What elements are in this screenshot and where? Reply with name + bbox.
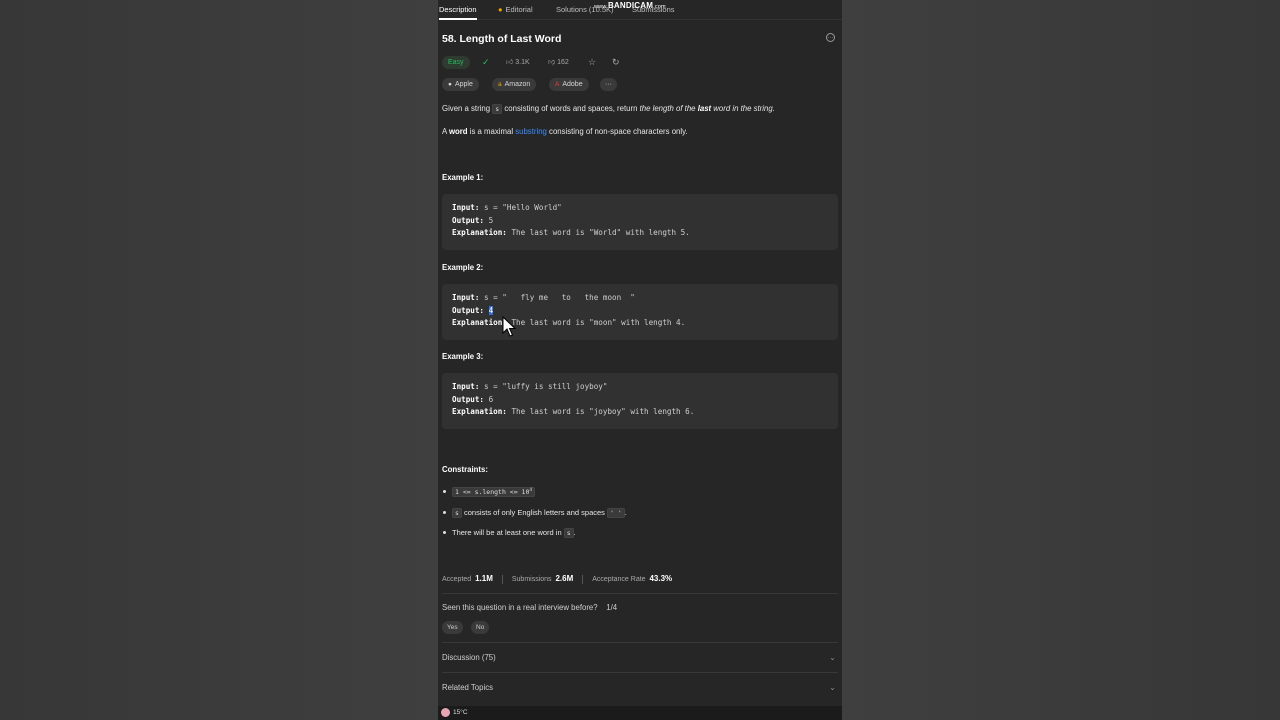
substring-link[interactable]: substring: [515, 127, 547, 136]
submission-stats: Accepted 1.1M Submissions 2.6M Acceptance …: [442, 574, 672, 584]
thumbs-up-icon: 👍︎: [506, 59, 514, 66]
share-icon[interactable]: ↻: [612, 56, 620, 69]
selected-text: 4: [488, 306, 494, 315]
thumbs-down-icon: 👎︎: [548, 59, 556, 66]
tab-bar: Description ● Editorial Solutions (10.5K)…: [438, 0, 842, 20]
example-1-explanation: Explanation: The last word is "World" wi…: [452, 228, 690, 237]
submissions-label: Submissions: [511, 576, 552, 583]
interview-count: 1/4: [606, 603, 618, 612]
discussion-section[interactable]: Discussion (75) ⌄: [442, 653, 836, 662]
divider: [442, 642, 838, 643]
recording-watermark: www.BANDICAM.com: [594, 1, 666, 10]
example-3-explanation: Explanation: The last word is "joyboy" w…: [452, 407, 695, 416]
example-3-input: Input: s = "luffy is still joyboy": [452, 382, 608, 391]
related-topics-section[interactable]: Related Topics ⌄: [442, 683, 836, 692]
example-2-output: Output: 4: [452, 306, 494, 315]
dislike-button[interactable]: 👎︎ 162: [548, 56, 569, 69]
difficulty-badge: Easy: [442, 56, 470, 69]
constraint-characters: s consists of only English letters and s…: [442, 508, 627, 518]
tab-editorial-label: Editorial: [505, 5, 533, 14]
example-1-output: Output: 5: [452, 216, 494, 225]
inline-code: s: [563, 528, 574, 538]
divider: [442, 672, 838, 673]
star-icon[interactable]: ☆: [588, 56, 596, 69]
like-button[interactable]: 👍︎ 3.1K: [506, 56, 530, 69]
tab-description[interactable]: Description: [439, 5, 477, 20]
options-icon[interactable]: …: [826, 33, 835, 42]
inline-code: s: [452, 508, 462, 518]
apple-icon: ●: [448, 81, 452, 88]
mouse-cursor-icon: [502, 316, 516, 337]
tab-editorial[interactable]: ● Editorial: [498, 5, 533, 14]
example-3-output: Output: 6: [452, 395, 494, 404]
example-3-box: Input: s = "luffy is still joyboy" Outpu…: [442, 373, 838, 429]
chevron-down-icon: ⌄: [829, 653, 836, 662]
problem-panel: Description ● Editorial Solutions (10.5K)…: [438, 0, 842, 720]
problem-title: 58. Length of Last Word: [442, 33, 562, 45]
company-tag-adobe[interactable]: A Adobe: [549, 78, 589, 91]
company-tag-apple[interactable]: ● Apple: [442, 78, 479, 91]
company-tag-amazon[interactable]: a Amazon: [492, 78, 537, 91]
temperature: 15°C: [453, 709, 468, 716]
constraints-heading: Constraints:: [442, 465, 488, 474]
like-count: 3.1K: [515, 59, 530, 66]
problem-description: Given a string s consisting of words and…: [442, 104, 775, 114]
accepted-value: 1.1M: [475, 574, 493, 583]
weather-icon: [441, 708, 450, 717]
solved-check-icon: ✓: [482, 57, 490, 67]
example-2-input: Input: s = " fly me to the moon ": [452, 293, 635, 302]
interview-question: Seen this question in a real interview b…: [442, 603, 618, 612]
dislike-count: 162: [557, 59, 569, 66]
inline-code: s: [492, 104, 503, 114]
accepted-label: Accepted: [442, 576, 472, 583]
acceptance-rate-value: 43.3%: [649, 574, 673, 583]
chevron-down-icon: ⌄: [829, 683, 836, 692]
constraint-length: 1 <= s.length <= 104: [442, 487, 536, 497]
example-1-box: Input: s = "Hello World" Output: 5 Expla…: [442, 194, 838, 250]
no-button[interactable]: No: [471, 621, 490, 634]
background-right: [842, 0, 1280, 720]
more-companies-button[interactable]: ···: [600, 78, 617, 91]
adobe-icon: A: [555, 81, 560, 88]
divider: [442, 593, 838, 594]
acceptance-rate-label: Acceptance Rate: [592, 576, 646, 583]
background-left: [0, 0, 438, 720]
yes-button[interactable]: Yes: [442, 621, 463, 634]
taskbar: 15°C: [438, 706, 842, 720]
example-3-heading: Example 3:: [442, 352, 484, 361]
amazon-icon: a: [498, 81, 502, 88]
constraint-one-word: There will be at least one word in s.: [442, 528, 576, 538]
inline-code: ' ': [607, 508, 625, 518]
submissions-value: 2.6M: [555, 574, 574, 583]
inline-code: 1 <= s.length <= 104: [452, 487, 536, 497]
editorial-icon: ●: [498, 5, 503, 14]
example-2-explanation: Explanation: The last word is "moon" wit…: [452, 318, 686, 327]
example-1-heading: Example 1:: [442, 173, 484, 182]
example-1-input: Input: s = "Hello World": [452, 203, 562, 212]
example-2-heading: Example 2:: [442, 263, 484, 272]
word-definition: A word is a maximal substring consisting…: [442, 127, 688, 136]
